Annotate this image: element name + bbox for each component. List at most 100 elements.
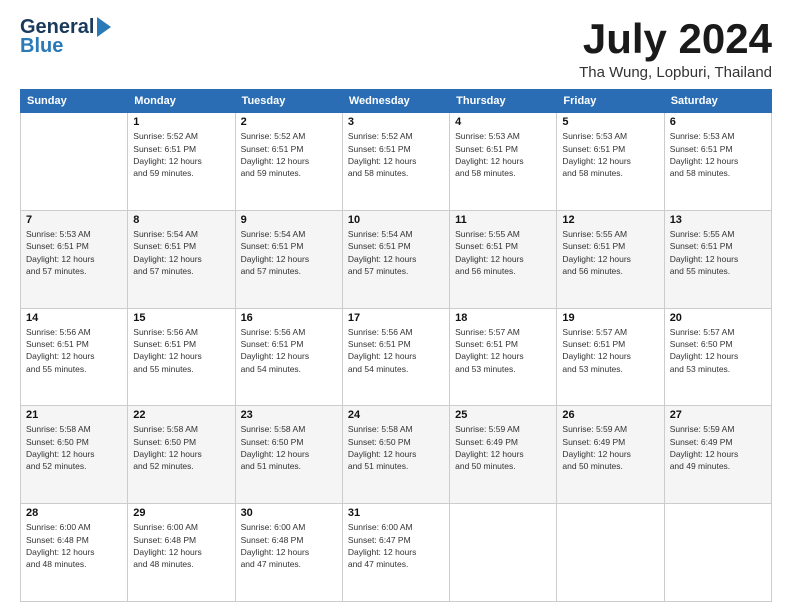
day-info: Sunrise: 5:58 AM Sunset: 6:50 PM Dayligh… — [133, 423, 229, 472]
day-number: 17 — [348, 312, 444, 324]
day-info: Sunrise: 5:52 AM Sunset: 6:51 PM Dayligh… — [241, 130, 337, 179]
day-info: Sunrise: 5:53 AM Sunset: 6:51 PM Dayligh… — [26, 228, 122, 277]
calendar-cell: 17 Sunrise: 5:56 AM Sunset: 6:51 PM Dayli… — [342, 308, 449, 406]
title-block: July 2024 Tha Wung, Lopburi, Thailand — [579, 16, 772, 81]
calendar-page: General Blue July 2024 Tha Wung, Lopburi… — [0, 0, 792, 612]
calendar-cell: 8Sunrise: 5:54 AM Sunset: 6:51 PM Daylig… — [128, 210, 235, 308]
week-row-1: 1 Sunrise: 5:52 AM Sunset: 6:51 PM Daylig… — [21, 113, 772, 211]
day-info: Sunrise: 5:57 AM Sunset: 6:51 PM Dayligh… — [562, 326, 658, 375]
calendar-cell — [450, 504, 557, 602]
day-info: Sunrise: 5:56 AM Sunset: 6:51 PM Dayligh… — [241, 326, 337, 375]
week-row-4: 21 Sunrise: 5:58 AM Sunset: 6:50 PM Dayli… — [21, 406, 772, 504]
day-info: Sunrise: 5:56 AM Sunset: 6:51 PM Dayligh… — [26, 326, 122, 375]
day-info: Sunrise: 6:00 AM Sunset: 6:48 PM Dayligh… — [26, 521, 122, 570]
day-number: 16 — [241, 312, 337, 324]
calendar-cell: 23Sunrise: 5:58 AM Sunset: 6:50 PM Dayli… — [235, 406, 342, 504]
day-number: 2 — [241, 116, 337, 128]
calendar-cell: 28 Sunrise: 6:00 AM Sunset: 6:48 PM Dayli… — [21, 504, 128, 602]
logo-arrow-icon — [97, 17, 111, 37]
header-row: SundayMondayTuesdayWednesdayThursdayFrid… — [21, 90, 772, 113]
day-number: 24 — [348, 409, 444, 421]
day-info: Sunrise: 5:55 AM Sunset: 6:51 PM Dayligh… — [562, 228, 658, 277]
day-info: Sunrise: 5:55 AM Sunset: 6:51 PM Dayligh… — [455, 228, 551, 277]
day-number: 21 — [26, 409, 122, 421]
calendar-cell: 25Sunrise: 5:59 AM Sunset: 6:49 PM Dayli… — [450, 406, 557, 504]
day-number: 12 — [562, 214, 658, 226]
calendar-cell: 27 Sunrise: 5:59 AM Sunset: 6:49 PM Dayli… — [664, 406, 771, 504]
day-info: Sunrise: 6:00 AM Sunset: 6:48 PM Dayligh… — [241, 521, 337, 570]
day-number: 13 — [670, 214, 766, 226]
day-info: Sunrise: 5:53 AM Sunset: 6:51 PM Dayligh… — [670, 130, 766, 179]
col-header-friday: Friday — [557, 90, 664, 113]
day-number: 4 — [455, 116, 551, 128]
calendar-cell: 6Sunrise: 5:53 AM Sunset: 6:51 PM Daylig… — [664, 113, 771, 211]
day-number: 14 — [26, 312, 122, 324]
day-info: Sunrise: 5:59 AM Sunset: 6:49 PM Dayligh… — [670, 423, 766, 472]
day-info: Sunrise: 5:59 AM Sunset: 6:49 PM Dayligh… — [562, 423, 658, 472]
calendar-cell: 19 Sunrise: 5:57 AM Sunset: 6:51 PM Dayli… — [557, 308, 664, 406]
day-number: 30 — [241, 507, 337, 519]
day-number: 8 — [133, 214, 229, 226]
col-header-monday: Monday — [128, 90, 235, 113]
calendar-cell: 9 Sunrise: 5:54 AM Sunset: 6:51 PM Daylig… — [235, 210, 342, 308]
day-info: Sunrise: 5:54 AM Sunset: 6:51 PM Dayligh… — [348, 228, 444, 277]
day-info: Sunrise: 5:52 AM Sunset: 6:51 PM Dayligh… — [348, 130, 444, 179]
calendar-cell: 5 Sunrise: 5:53 AM Sunset: 6:51 PM Daylig… — [557, 113, 664, 211]
calendar-cell: 7 Sunrise: 5:53 AM Sunset: 6:51 PM Daylig… — [21, 210, 128, 308]
calendar-cell: 4 Sunrise: 5:53 AM Sunset: 6:51 PM Daylig… — [450, 113, 557, 211]
day-number: 7 — [26, 214, 122, 226]
day-number: 31 — [348, 507, 444, 519]
day-number: 27 — [670, 409, 766, 421]
day-number: 19 — [562, 312, 658, 324]
col-header-wednesday: Wednesday — [342, 90, 449, 113]
day-info: Sunrise: 6:00 AM Sunset: 6:47 PM Dayligh… — [348, 521, 444, 570]
day-number: 1 — [133, 116, 229, 128]
calendar-cell: 20Sunrise: 5:57 AM Sunset: 6:50 PM Dayli… — [664, 308, 771, 406]
calendar-cell: 16 Sunrise: 5:56 AM Sunset: 6:51 PM Dayli… — [235, 308, 342, 406]
calendar-cell: 13 Sunrise: 5:55 AM Sunset: 6:51 PM Dayli… — [664, 210, 771, 308]
day-info: Sunrise: 5:56 AM Sunset: 6:51 PM Dayligh… — [348, 326, 444, 375]
calendar-cell — [557, 504, 664, 602]
day-number: 20 — [670, 312, 766, 324]
location: Tha Wung, Lopburi, Thailand — [579, 64, 772, 81]
calendar-cell: 30 Sunrise: 6:00 AM Sunset: 6:48 PM Dayli… — [235, 504, 342, 602]
logo-general: General — [20, 16, 94, 38]
calendar-table: SundayMondayTuesdayWednesdayThursdayFrid… — [20, 89, 772, 602]
day-number: 25 — [455, 409, 551, 421]
calendar-cell: 12 Sunrise: 5:55 AM Sunset: 6:51 PM Dayli… — [557, 210, 664, 308]
day-number: 9 — [241, 214, 337, 226]
day-info: Sunrise: 5:58 AM Sunset: 6:50 PM Dayligh… — [26, 423, 122, 472]
col-header-tuesday: Tuesday — [235, 90, 342, 113]
month-title: July 2024 — [579, 16, 772, 62]
calendar-cell: 3Sunrise: 5:52 AM Sunset: 6:51 PM Daylig… — [342, 113, 449, 211]
week-row-5: 28 Sunrise: 6:00 AM Sunset: 6:48 PM Dayli… — [21, 504, 772, 602]
calendar-cell: 22 Sunrise: 5:58 AM Sunset: 6:50 PM Dayli… — [128, 406, 235, 504]
day-info: Sunrise: 5:53 AM Sunset: 6:51 PM Dayligh… — [562, 130, 658, 179]
calendar-cell — [664, 504, 771, 602]
day-number: 5 — [562, 116, 658, 128]
col-header-saturday: Saturday — [664, 90, 771, 113]
calendar-cell — [21, 113, 128, 211]
day-number: 10 — [348, 214, 444, 226]
day-info: Sunrise: 5:53 AM Sunset: 6:51 PM Dayligh… — [455, 130, 551, 179]
day-number: 22 — [133, 409, 229, 421]
week-row-3: 14 Sunrise: 5:56 AM Sunset: 6:51 PM Dayli… — [21, 308, 772, 406]
day-number: 18 — [455, 312, 551, 324]
calendar-cell: 10 Sunrise: 5:54 AM Sunset: 6:51 PM Dayli… — [342, 210, 449, 308]
calendar-cell: 11Sunrise: 5:55 AM Sunset: 6:51 PM Dayli… — [450, 210, 557, 308]
calendar-cell: 29 Sunrise: 6:00 AM Sunset: 6:48 PM Dayli… — [128, 504, 235, 602]
day-number: 29 — [133, 507, 229, 519]
day-info: Sunrise: 6:00 AM Sunset: 6:48 PM Dayligh… — [133, 521, 229, 570]
day-info: Sunrise: 5:55 AM Sunset: 6:51 PM Dayligh… — [670, 228, 766, 277]
day-number: 15 — [133, 312, 229, 324]
calendar-cell: 31 Sunrise: 6:00 AM Sunset: 6:47 PM Dayli… — [342, 504, 449, 602]
day-info: Sunrise: 5:52 AM Sunset: 6:51 PM Dayligh… — [133, 130, 229, 179]
col-header-thursday: Thursday — [450, 90, 557, 113]
calendar-cell: 26Sunrise: 5:59 AM Sunset: 6:49 PM Dayli… — [557, 406, 664, 504]
logo: General Blue — [20, 16, 111, 58]
day-number: 23 — [241, 409, 337, 421]
day-number: 28 — [26, 507, 122, 519]
day-info: Sunrise: 5:54 AM Sunset: 6:51 PM Dayligh… — [241, 228, 337, 277]
col-header-sunday: Sunday — [21, 90, 128, 113]
header: General Blue July 2024 Tha Wung, Lopburi… — [20, 16, 772, 81]
